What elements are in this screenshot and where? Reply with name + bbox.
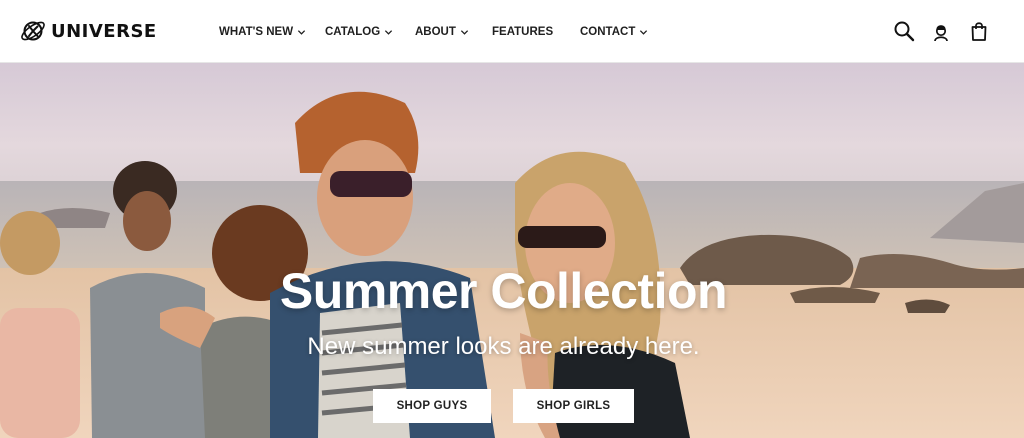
nav-whats-new[interactable]: WHAT'S NEW (219, 23, 306, 41)
site-header: UNIVERSE WHAT'S NEW CATALOG ABOUT FEATUR… (0, 0, 1024, 63)
brand-logo[interactable]: UNIVERSE (19, 17, 157, 45)
hero-title: Summer Collection (279, 263, 728, 319)
shopping-bag-icon[interactable] (968, 20, 990, 42)
nav-label: FEATURES (492, 26, 554, 38)
hero-subtitle: New summer looks are already here. (307, 333, 700, 360)
nav-features[interactable]: FEATURES (492, 23, 553, 41)
shop-guys-button[interactable]: SHOP GUYS (373, 389, 491, 423)
chevron-down-icon (385, 29, 393, 35)
chevron-down-icon (460, 29, 468, 35)
chevron-down-icon (297, 29, 306, 35)
account-icon[interactable] (930, 20, 952, 42)
nav-label: CONTACT (580, 26, 636, 38)
brand-name: UNIVERSE (51, 20, 157, 42)
chevron-down-icon (640, 29, 648, 35)
nav-about[interactable]: ABOUT (415, 23, 469, 41)
nav-label: ABOUT (415, 26, 456, 38)
nav-label: WHAT'S NEW (219, 26, 294, 38)
search-icon[interactable] (893, 20, 915, 42)
shop-girls-button[interactable]: SHOP GIRLS (513, 389, 634, 423)
planet-logo-icon (19, 17, 47, 45)
hero-background-image (0, 91, 1024, 438)
nav-label: CATALOG (325, 26, 381, 38)
nav-contact[interactable]: CONTACT (580, 23, 648, 41)
nav-catalog[interactable]: CATALOG (325, 23, 393, 41)
hero-banner: Summer Collection New summer looks are a… (0, 63, 1024, 438)
